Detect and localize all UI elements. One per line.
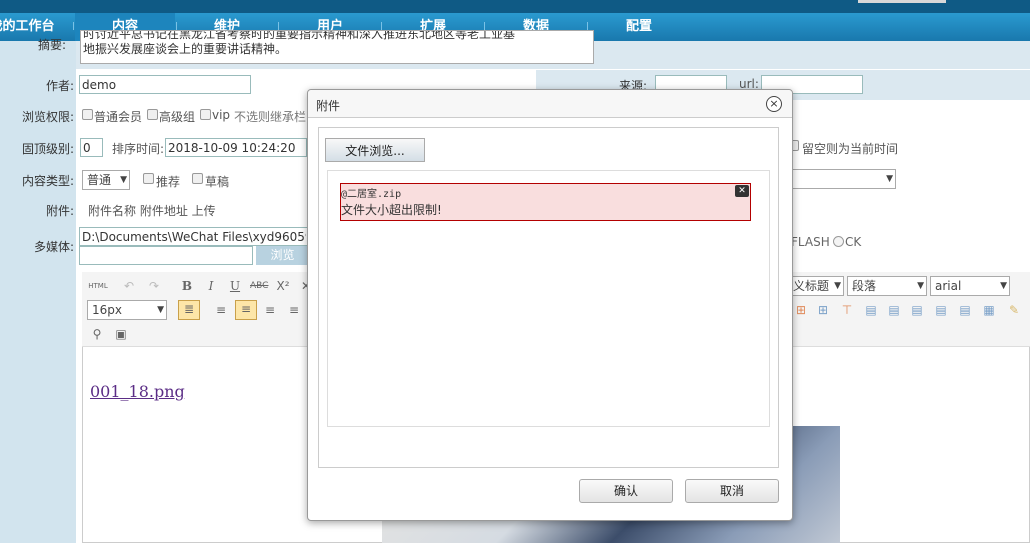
category-select[interactable]: ▼ [788,169,896,189]
draft-label: 草稿 [205,175,230,189]
nav-separator [484,22,486,30]
cell-split-icon[interactable]: ▦ [980,302,998,318]
media-type-ck: CK [845,235,862,249]
custom-title-select[interactable]: 义标题 ▼ [788,276,844,296]
file-entry: @二居室.zip 文件大小超出限制! ✕ [340,183,751,221]
chevron-down-icon: ▼ [886,174,893,184]
summary-line-1: 时讨近平总书记在黑龙江省考察时的重要指示精神和深入推进东北地区等老工业基 [83,30,516,41]
type-select-value: 普通 [87,173,112,187]
clear-icon[interactable]: ✎ [1005,302,1023,318]
undo-icon[interactable]: ↶ [120,278,138,294]
italic-icon[interactable]: I [202,278,220,294]
remove-file-icon[interactable]: ✕ [735,185,749,197]
recommend-label: 推荐 [156,175,181,189]
radio-ck[interactable] [833,236,844,247]
perm-label: 浏览权限: [22,110,75,124]
attach-label: 附件: [46,204,75,218]
paste-icon[interactable]: ▣ [112,326,130,342]
strikethrough-icon[interactable]: ABC [250,278,268,294]
html-icon[interactable]: HTML [88,278,108,294]
media-path-input[interactable] [79,227,309,246]
attach-columns: 附件名称 附件地址 上传 [88,204,216,218]
draft-checkbox[interactable] [192,173,203,184]
file-queue: @二居室.zip 文件大小超出限制! ✕ [327,170,770,427]
perm-hint: 不选则继承栏 [234,110,307,124]
table-col-icon[interactable]: ⊤ [838,302,856,318]
custom-title-value: 义标题 [793,279,830,293]
dialog-header: 附件 × [308,90,792,118]
type-select[interactable]: 普通 ▼ [82,170,130,190]
time-hint: 留空则为当前时间 [802,142,899,156]
top-level-input[interactable] [80,138,103,157]
indent-icon[interactable]: ≣ [178,300,200,320]
media-browse-button[interactable]: 浏览 [256,246,309,265]
superscript-icon[interactable]: X² [274,278,292,294]
confirm-button[interactable]: 确认 [579,479,673,503]
chevron-down-icon: ▼ [917,281,924,291]
file-error-message: 文件大小超出限制! [341,203,442,217]
paragraph-value: 段落 [852,279,877,293]
sort-time-input[interactable] [165,138,307,157]
image-link[interactable]: 001_18.png [90,382,185,401]
justify-icon[interactable]: ≡ [285,302,303,318]
recommend-checkbox[interactable] [143,173,154,184]
table-delete-icon[interactable]: ▤ [908,302,926,318]
bold-icon[interactable]: B [178,278,196,294]
nav-separator [587,22,589,30]
chevron-down-icon: ▼ [120,175,127,185]
font-family-select[interactable]: arial ▼ [930,276,1010,296]
chevron-down-icon: ▼ [834,281,841,291]
file-name: @二居室.zip [341,189,402,200]
table-row-icon[interactable]: ⊞ [814,302,832,318]
media-label: 多媒体: [34,240,75,254]
summary-label: 摘要: [38,38,67,52]
perm-checkbox-senior[interactable] [147,109,158,120]
paragraph-select[interactable]: 段落 ▼ [847,276,927,296]
table-split-icon[interactable]: ▤ [885,302,903,318]
media-type-flash: FLASH [791,235,830,249]
table-merge-icon[interactable]: ▤ [862,302,880,318]
nav-separator [73,22,75,30]
summary-line-2: 地振兴发展座谈会上的重要讲话精神。 [83,42,288,56]
align-right-icon[interactable]: ≡ [261,302,279,318]
user-box [858,0,946,3]
perm-checkbox-vip[interactable] [200,109,211,120]
font-size-value: 16px [92,303,122,317]
author-label: 作者: [46,79,75,93]
perm-normal-label: 普通会员 [94,110,143,124]
perm-checkbox-normal[interactable] [82,109,93,120]
find-replace-icon[interactable]: ⚲ [88,326,106,342]
underline-icon[interactable]: U [226,278,244,294]
summary-textarea[interactable]: 时讨近平总书记在黑龙江省考察时的重要指示精神和深入推进东北地区等老工业基 地振兴… [80,30,594,64]
close-icon[interactable]: × [766,96,782,112]
font-size-select[interactable]: 16px ▼ [87,300,167,320]
nav-separator [381,22,383,30]
file-browse-button[interactable]: 文件浏览... [325,138,425,162]
chevron-down-icon: ▼ [157,305,164,315]
nav-config[interactable]: 配置 [589,13,689,41]
cell-icon[interactable]: ▤ [932,302,950,318]
table-insert-icon[interactable]: ⊞ [792,302,810,318]
perm-senior-label: 高级组 [159,110,196,124]
type-label: 内容类型: [22,174,75,188]
top-label: 固顶级别: [22,142,75,156]
dialog-body: 文件浏览... @二居室.zip 文件大小超出限制! ✕ [318,127,779,468]
cell-merge-icon[interactable]: ▤ [956,302,974,318]
perm-vip-label: vip [212,108,231,122]
redo-icon[interactable]: ↷ [145,278,163,294]
attachment-dialog: 附件 × 文件浏览... @二居室.zip 文件大小超出限制! ✕ 确认 取消 [307,89,793,521]
align-left-icon[interactable]: ≡ [212,302,230,318]
media-second-input[interactable] [79,246,253,265]
font-family-value: arial [935,279,962,293]
sort-time-label: 排序时间: [112,142,165,156]
dialog-title: 附件 [316,99,341,113]
nav-separator [278,22,280,30]
author-input[interactable] [79,75,251,94]
align-center-icon[interactable]: ≡ [235,300,257,320]
cancel-button[interactable]: 取消 [685,479,779,503]
nav-separator [176,22,178,30]
chevron-down-icon: ▼ [1000,281,1007,291]
